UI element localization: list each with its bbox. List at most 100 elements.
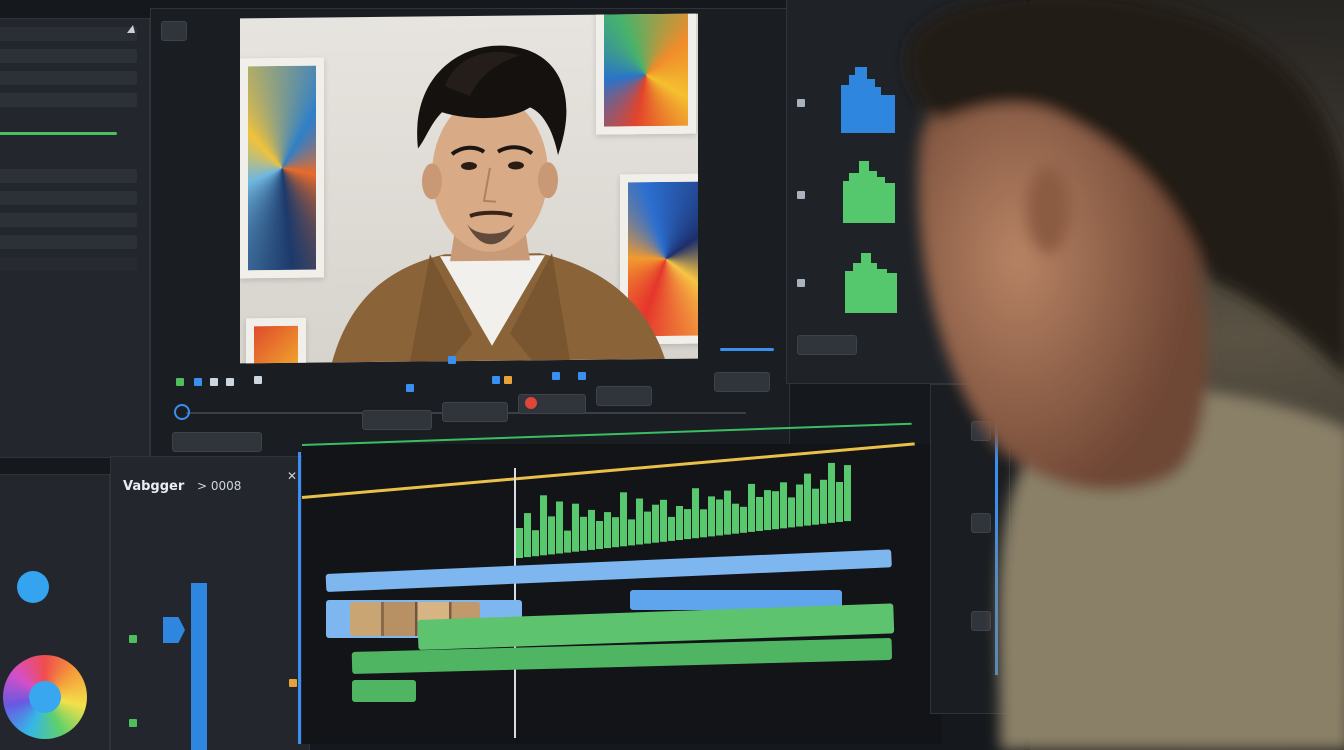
waveform-bar <box>716 499 723 536</box>
waveform-bar <box>732 503 739 534</box>
transport-button[interactable] <box>596 386 652 406</box>
transport-button[interactable] <box>172 432 262 452</box>
track-glyph <box>289 679 297 687</box>
waveform-bar <box>668 516 675 541</box>
meter-label <box>797 99 805 107</box>
waveform-bar <box>580 516 587 551</box>
panel-row[interactable] <box>0 49 137 63</box>
waveform-bar <box>724 490 731 535</box>
panel-row[interactable] <box>0 169 137 183</box>
waveform-bar <box>636 498 643 545</box>
left-panel <box>0 18 150 458</box>
record-icon <box>525 397 537 409</box>
waveform-bar <box>756 497 763 531</box>
waveform-bar <box>780 482 787 529</box>
color-swatch[interactable] <box>17 571 49 603</box>
timeline-panel[interactable] <box>298 422 942 744</box>
arrow-icon[interactable] <box>127 25 135 33</box>
panel-row[interactable] <box>0 71 137 85</box>
track-glyph <box>129 719 137 727</box>
sidebar-button[interactable] <box>971 513 991 533</box>
waveform-bar <box>652 504 659 543</box>
waveform-bar <box>764 490 771 531</box>
panel-row[interactable] <box>0 27 137 41</box>
video-preview[interactable] <box>240 13 698 364</box>
waveform-bar <box>708 496 715 537</box>
track-bar <box>191 583 207 750</box>
transport-glyph[interactable] <box>194 378 202 386</box>
play-icon[interactable] <box>176 378 184 386</box>
speaker-figure <box>332 45 665 363</box>
waveform-bar <box>684 509 691 540</box>
audio-clip[interactable] <box>352 680 416 702</box>
monitor-screen: Vabgger > 0008 ✕ <box>0 0 1030 750</box>
transport-glyph[interactable] <box>210 378 218 386</box>
waveform-bar <box>796 484 803 527</box>
transport-glyph[interactable] <box>448 356 456 364</box>
project-title: Vabgger <box>123 479 185 494</box>
meter-label <box>797 279 805 287</box>
waveform-bar <box>700 509 707 538</box>
waveform-bar <box>804 473 811 526</box>
color-wheel-center <box>29 681 61 713</box>
right-panel <box>786 0 1026 384</box>
waveform-bar <box>532 530 539 557</box>
waveform-bar <box>524 513 531 558</box>
waveform-bar <box>812 488 819 525</box>
arrow-icon[interactable] <box>174 404 190 420</box>
waveform-bar <box>612 517 619 548</box>
waveform-bar <box>844 465 851 522</box>
waveform-bar <box>556 501 563 554</box>
timeline-sidebar <box>930 384 1010 714</box>
transport-glyph[interactable] <box>406 384 414 392</box>
photo-scene: Vabgger > 0008 ✕ <box>0 0 1344 750</box>
waveform-bar <box>644 511 651 544</box>
record-button[interactable] <box>518 394 586 414</box>
panel-row[interactable] <box>0 191 137 205</box>
waveform-bar <box>772 491 779 530</box>
timeline-vertical-rule <box>298 452 301 744</box>
panel-row[interactable] <box>0 93 137 107</box>
sidebar-button[interactable] <box>971 421 991 441</box>
transport-glyph[interactable] <box>226 378 234 386</box>
close-icon[interactable]: ✕ <box>287 469 297 483</box>
waveform-bar <box>588 509 595 550</box>
waveform-bar <box>788 497 795 528</box>
transport-glyph[interactable] <box>254 376 262 384</box>
waveform-bar <box>748 483 755 532</box>
waveform-bar <box>820 479 827 524</box>
waveform-bar <box>660 499 667 542</box>
transport-glyph[interactable] <box>492 376 500 384</box>
waveform-bar <box>548 516 555 555</box>
track-glyph <box>129 635 137 643</box>
project-code: > 0008 <box>197 479 242 493</box>
volume-slider[interactable] <box>720 348 774 351</box>
waveform-bar <box>572 503 579 552</box>
panel-row[interactable] <box>0 235 137 249</box>
waveform-bar <box>564 530 571 553</box>
transport-glyph[interactable] <box>504 376 512 384</box>
panel-row[interactable] <box>0 257 137 271</box>
transport-button[interactable] <box>362 410 432 430</box>
audio-meter-blue <box>841 67 895 133</box>
waveform-bar <box>540 495 547 556</box>
transport-glyph[interactable] <box>578 372 586 380</box>
transport-glyph[interactable] <box>552 372 560 380</box>
level-bar <box>0 132 117 135</box>
waveform-bar <box>836 482 843 522</box>
waveform-bar <box>628 519 635 546</box>
sidebar-button[interactable] <box>971 611 991 631</box>
panel-row[interactable] <box>0 213 137 227</box>
waveform-bar <box>596 521 603 549</box>
waveform-bar <box>692 488 699 539</box>
transport-button[interactable] <box>714 372 770 392</box>
waveform-bar <box>620 492 627 547</box>
waveform-bar <box>516 528 523 558</box>
audio-meter-green <box>845 253 897 313</box>
meter-button[interactable] <box>797 335 857 355</box>
effects-panel <box>0 474 110 750</box>
viewer-menu-button[interactable] <box>161 21 187 41</box>
transport-button[interactable] <box>442 402 508 422</box>
meter-label <box>797 191 805 199</box>
waveform-bar <box>604 512 611 549</box>
